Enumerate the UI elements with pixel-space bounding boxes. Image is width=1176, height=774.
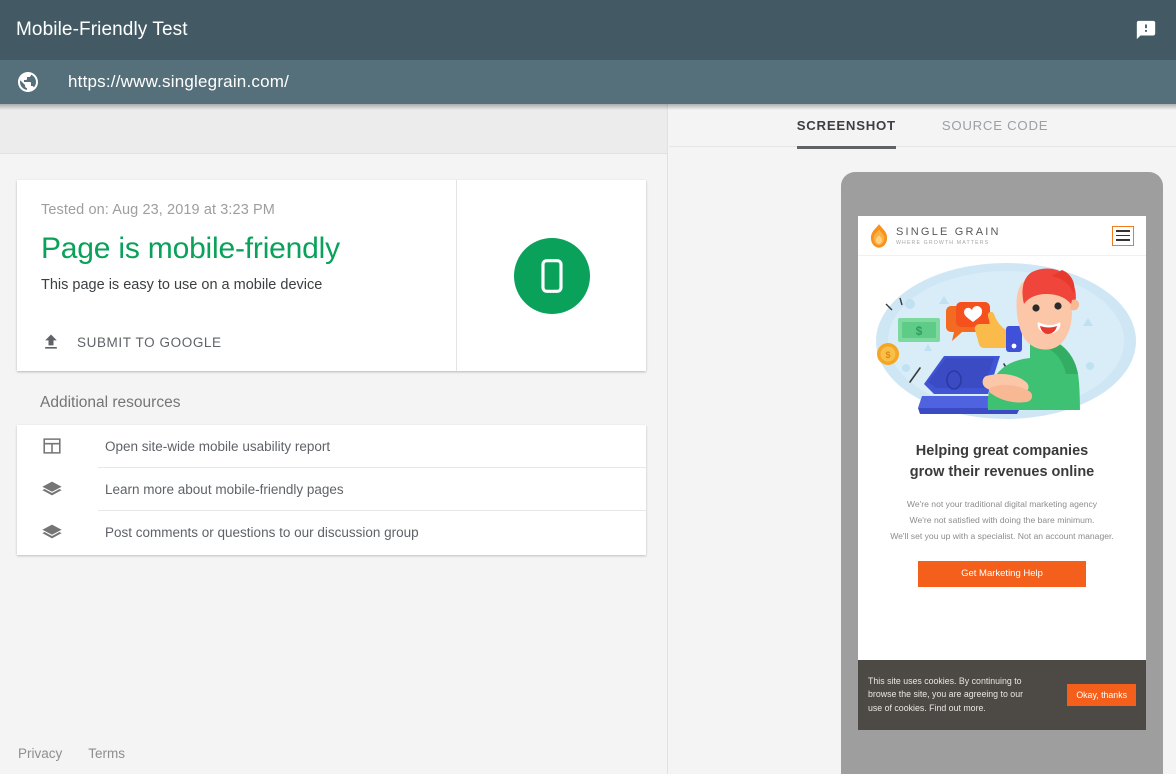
site-headline-line2: grow their revenues online xyxy=(909,464,1095,481)
footer: Privacy Terms xyxy=(18,746,125,761)
verdict-subtext: This page is easy to use on a mobile dev… xyxy=(41,277,323,293)
site-subtext: We're not your traditional digital marke… xyxy=(858,483,1146,545)
site-subtext-line3: We'll set you up with a specialist. Not … xyxy=(890,530,1114,541)
cookie-accept-button[interactable]: Okay, thanks xyxy=(1067,684,1136,706)
privacy-link[interactable]: Privacy xyxy=(18,746,62,761)
tab-screenshot[interactable]: SCREENSHOT xyxy=(796,118,896,149)
additional-resources-card: Open site-wide mobile usability report L… xyxy=(17,425,646,555)
tab-source-code[interactable]: SOURCE CODE xyxy=(942,118,1048,146)
terms-link[interactable]: Terms xyxy=(88,746,125,761)
page-screenshot: SINGLE GRAIN WHERE GROWTH MATTERS $ $ He… xyxy=(858,216,1146,730)
globe-icon xyxy=(18,72,38,92)
verdict-heading: Page is mobile-friendly xyxy=(41,232,340,265)
list-item-label: Open site-wide mobile usability report xyxy=(105,438,331,454)
school-icon xyxy=(42,481,62,496)
get-marketing-help-button[interactable]: Get Marketing Help xyxy=(918,560,1086,587)
cta-wrapper: Get Marketing Help xyxy=(858,560,1146,587)
list-item-label: Learn more about mobile-friendly pages xyxy=(105,481,344,497)
site-headline-line1: Helping great companies xyxy=(915,443,1089,459)
page-title: Mobile-Friendly Test xyxy=(16,19,188,40)
additional-resources-title: Additional resources xyxy=(40,394,181,411)
phone-mockup: SINGLE GRAIN WHERE GROWTH MATTERS $ $ He… xyxy=(841,172,1163,774)
svg-text:$: $ xyxy=(916,324,923,338)
single-grain-logo-icon xyxy=(870,223,888,248)
site-subtext-line2: We're not satisfied with doing the bare … xyxy=(909,514,1095,525)
list-item[interactable]: Open site-wide mobile usability report xyxy=(17,425,646,467)
url-bar[interactable]: https://www.singlegrain.com/ xyxy=(0,60,1176,104)
hero-illustration-svg: $ $ xyxy=(876,263,1136,419)
result-card: Tested on: Aug 23, 2019 at 3:23 PM Page … xyxy=(17,180,646,371)
list-item-label: Post comments or questions to our discus… xyxy=(105,524,419,540)
feedback-button[interactable] xyxy=(1122,6,1170,54)
svg-text:$: $ xyxy=(885,350,890,360)
logo-name: SINGLE GRAIN xyxy=(896,225,1001,238)
submit-to-google-label: SUBMIT TO GOOGLE xyxy=(77,334,222,350)
result-main: Tested on: Aug 23, 2019 at 3:23 PM Page … xyxy=(17,180,456,371)
school-icon xyxy=(42,524,62,539)
hamburger-menu-icon[interactable] xyxy=(1112,225,1134,246)
app-header: Mobile-Friendly Test xyxy=(0,0,1176,60)
site-subtext-line1: We're not your traditional digital marke… xyxy=(906,499,1098,510)
url-input[interactable]: https://www.singlegrain.com/ xyxy=(68,72,289,92)
site-headline: Helping great companies grow their reven… xyxy=(858,431,1146,483)
preview-pane: SCREENSHOT SOURCE CODE SINGLE GRAIN WHER… xyxy=(669,104,1176,774)
feedback-icon xyxy=(1136,20,1156,40)
site-header: SINGLE GRAIN WHERE GROWTH MATTERS xyxy=(858,216,1146,256)
site-logo-text: SINGLE GRAIN WHERE GROWTH MATTERS xyxy=(896,226,1001,246)
result-badge xyxy=(456,180,646,371)
tested-on-label: Tested on: Aug 23, 2019 at 3:23 PM xyxy=(41,202,275,218)
results-pane: Tested on: Aug 23, 2019 at 3:23 PM Page … xyxy=(0,104,668,774)
smartphone-icon xyxy=(540,258,563,293)
dashboard-report-icon xyxy=(43,438,61,454)
list-item[interactable]: Learn more about mobile-friendly pages xyxy=(17,468,646,510)
cookie-banner: This site uses cookies. By continuing to… xyxy=(858,660,1146,730)
list-item[interactable]: Post comments or questions to our discus… xyxy=(17,511,646,553)
cookie-banner-text: This site uses cookies. By continuing to… xyxy=(868,675,1024,713)
logo-tagline: WHERE GROWTH MATTERS xyxy=(896,239,990,246)
preview-tabs: SCREENSHOT SOURCE CODE xyxy=(669,104,1176,149)
person-at-laptop-illustration: $ $ xyxy=(858,256,1146,431)
upload-icon xyxy=(45,334,57,349)
loading-strip xyxy=(0,104,667,154)
submit-to-google-button[interactable]: SUBMIT TO GOOGLE xyxy=(41,332,222,352)
status-badge xyxy=(513,237,590,314)
